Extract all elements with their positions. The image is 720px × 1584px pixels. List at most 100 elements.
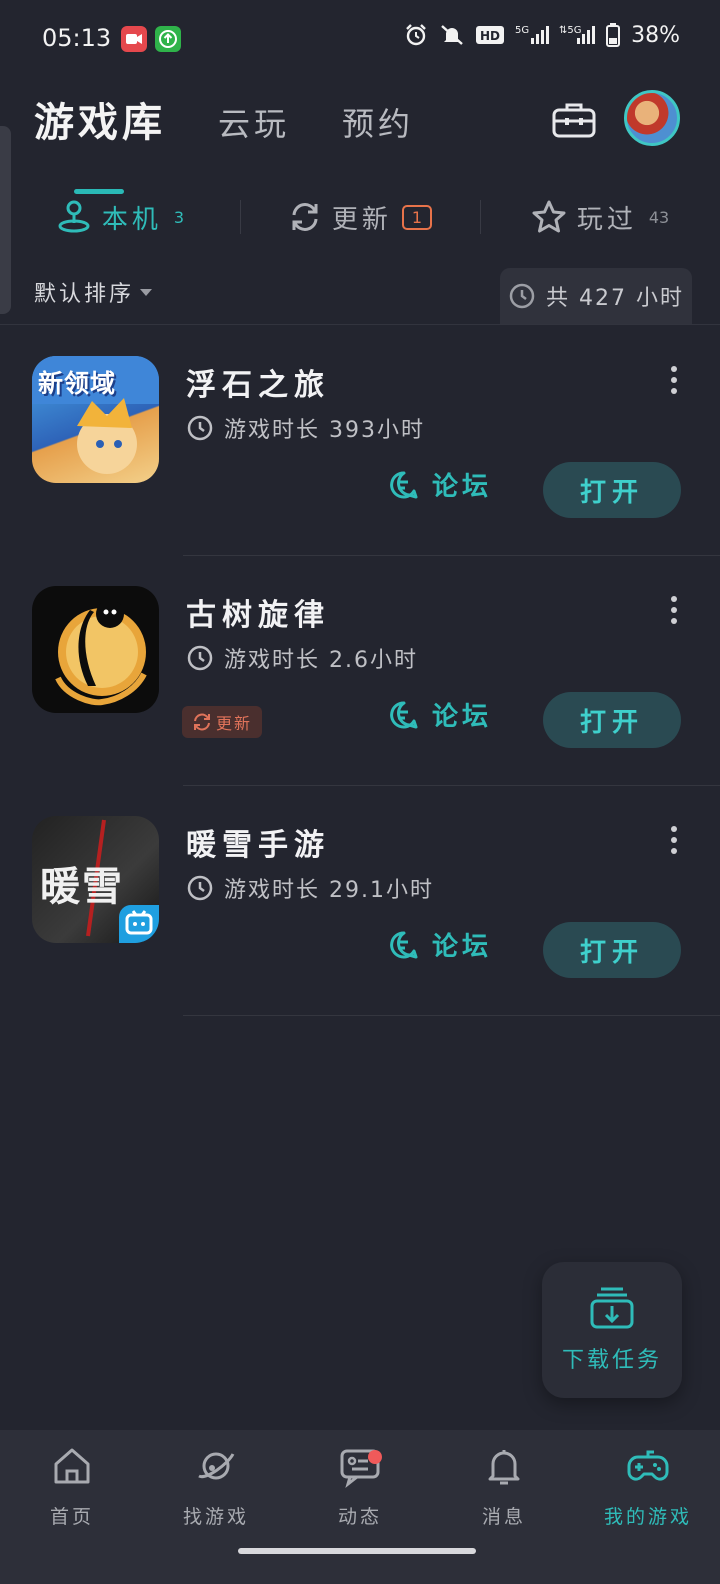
mute-icon	[441, 25, 463, 45]
update-tag[interactable]: 更新	[182, 706, 263, 738]
sort-label: 默认排序	[34, 282, 135, 307]
forum-button[interactable]: 论坛	[388, 466, 492, 503]
total-playtime: 共 427 小时	[500, 268, 692, 324]
divider	[0, 324, 720, 325]
game-row[interactable]: 新领域 浮石之旅 游戏时长 393小时 论坛 打开	[0, 326, 720, 556]
game-icon-text: 新领域	[38, 369, 117, 398]
nav-home[interactable]: 首页	[0, 1444, 144, 1529]
home-indicator[interactable]	[238, 1548, 476, 1554]
nav-label: 找游戏	[182, 1506, 249, 1528]
download-tasks-label: 下载任务	[561, 1348, 662, 1373]
nav-label: 消息	[481, 1506, 526, 1528]
download-tray-icon	[590, 1287, 634, 1329]
nav-messages[interactable]: 消息	[432, 1444, 576, 1529]
signal-5g-icon: 5G	[515, 25, 550, 44]
playtime-text: 游戏时长 2.6小时	[224, 648, 418, 673]
nav-label: 动态	[337, 1506, 382, 1528]
battery-icon	[606, 23, 621, 47]
open-button[interactable]: 打开	[543, 922, 681, 978]
nav-label: 我的游戏	[603, 1506, 692, 1528]
game-name[interactable]: 暖雪手游	[186, 820, 330, 864]
clock-icon	[187, 645, 213, 671]
refresh-icon	[292, 203, 318, 231]
update-tag-label: 更新	[216, 714, 253, 733]
playtime-text: 游戏时长 29.1小时	[224, 878, 434, 903]
subtab-played[interactable]: 玩过 43	[480, 192, 720, 242]
status-icons: HD 5G ⇅5G 38%	[403, 22, 680, 48]
tab-cloud-play[interactable]: 云玩	[218, 99, 290, 148]
game-name[interactable]: 浮石之旅	[186, 360, 330, 404]
more-options-icon[interactable]	[664, 596, 684, 628]
game-icon[interactable]: 新领域	[32, 356, 159, 483]
open-button[interactable]: 打开	[543, 462, 681, 518]
divider	[183, 1015, 720, 1016]
game-playtime: 游戏时长 2.6小时	[186, 642, 418, 674]
nav-activity[interactable]: 动态	[288, 1444, 432, 1529]
bilibili-badge-icon	[119, 905, 159, 943]
subtab-label: 本机	[101, 204, 162, 235]
tab-label: 游戏库	[34, 100, 166, 146]
header-tabs: 游戏库 云玩 预约	[34, 90, 414, 194]
toolbox-icon[interactable]	[552, 102, 596, 138]
alarm-icon	[406, 24, 426, 46]
clock-icon	[509, 283, 535, 309]
forum-button[interactable]: 论坛	[388, 926, 492, 963]
hd-icon: HD	[476, 26, 505, 44]
bell-icon	[488, 1450, 520, 1485]
game-icon-text: 暖雪	[40, 863, 124, 910]
forum-icon	[390, 700, 418, 728]
update-count-badge: 1	[401, 204, 433, 230]
more-options-icon[interactable]	[664, 826, 684, 858]
download-tasks-button[interactable]: 下载任务	[542, 1262, 682, 1398]
game-icon[interactable]: 暖雪	[32, 816, 159, 943]
subtab-label: 更新	[331, 204, 392, 235]
tab-game-library[interactable]: 游戏库	[34, 90, 166, 194]
nav-find-games[interactable]: 找游戏	[144, 1444, 288, 1529]
clock-icon	[187, 875, 213, 901]
library-subtabs: 本机 3 更新 1 玩过 43	[0, 192, 720, 242]
svg-text:HD: HD	[480, 29, 500, 43]
game-playtime: 游戏时长 29.1小时	[186, 872, 434, 904]
status-bar: 05:13 HD 5G ⇅5G 38%	[0, 0, 720, 80]
forum-label: 论坛	[432, 472, 493, 502]
screen-record-icon	[121, 26, 147, 52]
forum-label: 论坛	[432, 932, 493, 962]
svg-text:5G: 5G	[515, 25, 529, 36]
game-name[interactable]: 古树旋律	[186, 590, 330, 634]
game-icon[interactable]	[32, 586, 159, 713]
game-row[interactable]: 古树旋律 游戏时长 2.6小时 更新 论坛 打开	[0, 556, 720, 786]
signal-5g-icon: ⇅5G	[559, 25, 596, 44]
avatar[interactable]	[624, 90, 680, 146]
sort-dropdown[interactable]: 默认排序	[34, 276, 153, 308]
caret-down-icon	[140, 288, 153, 296]
playtime-text: 游戏时长 393小时	[224, 418, 425, 443]
game-playtime: 游戏时长 393小时	[186, 412, 425, 444]
forum-icon	[390, 930, 418, 958]
battery-level: 38%	[631, 22, 680, 48]
upload-icon	[155, 26, 181, 52]
gamepad-icon	[627, 1450, 669, 1481]
bottom-nav: 首页 找游戏 动态 消息 我的游戏	[0, 1430, 720, 1584]
home-icon	[54, 1448, 90, 1484]
game-row[interactable]: 暖雪 暖雪手游 游戏时长 29.1小时 论坛 打开	[0, 786, 720, 1016]
total-playtime-text: 共 427 小时	[546, 286, 684, 311]
forum-icon	[390, 470, 418, 498]
svg-text:⇅5G: ⇅5G	[559, 25, 582, 36]
nav-my-games[interactable]: 我的游戏	[576, 1444, 720, 1529]
subtab-label: 玩过	[576, 204, 637, 235]
star-icon	[532, 200, 566, 233]
more-options-icon[interactable]	[664, 366, 684, 398]
clock-icon	[187, 415, 213, 441]
open-button[interactable]: 打开	[543, 692, 681, 748]
forum-button[interactable]: 论坛	[388, 696, 492, 733]
notification-dot	[368, 1450, 382, 1464]
subtab-updates[interactable]: 更新 1	[240, 192, 480, 242]
subtab-local[interactable]: 本机 3	[0, 192, 240, 242]
planet-icon	[198, 1452, 235, 1480]
forum-label: 论坛	[432, 702, 493, 732]
tab-reservation[interactable]: 预约	[342, 99, 414, 148]
subtab-count: 3	[173, 207, 185, 227]
status-time: 05:13	[42, 24, 112, 52]
joystick-icon	[58, 200, 90, 233]
subtab-count: 43	[648, 207, 670, 227]
